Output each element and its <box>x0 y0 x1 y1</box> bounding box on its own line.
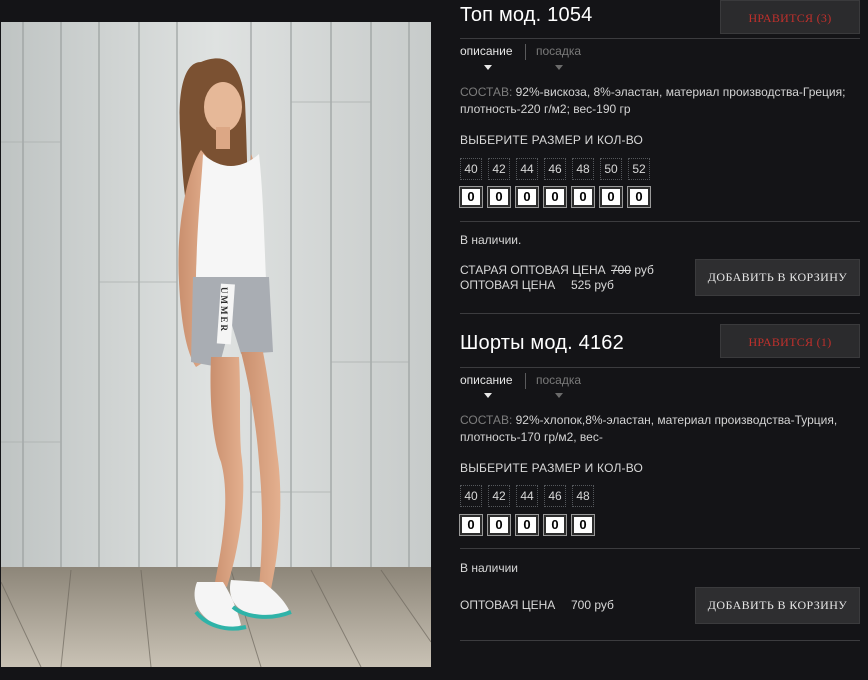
composition-label: СОСТАВ: <box>460 85 513 99</box>
size-list: 40 42 44 46 48 50 52 <box>460 158 656 180</box>
old-price-currency: руб <box>634 263 654 277</box>
price-row: ОПТОВАЯ ЦЕНА 700 руб <box>460 598 614 612</box>
price-value: 700 руб <box>571 598 614 612</box>
size-option[interactable]: 48 <box>572 485 594 507</box>
model-photo-illustration: UMMER <box>1 22 431 667</box>
quantity-input[interactable]: 0 <box>543 514 567 536</box>
size-heading: ВЫБЕРИТЕ РАЗМЕР И КОЛ-ВО <box>460 133 644 147</box>
divider <box>460 221 860 222</box>
composition-label: СОСТАВ: <box>460 413 513 427</box>
composition-value: 92%-вискоза, 8%-эластан, материал произв… <box>460 85 846 116</box>
price-label: ОПТОВАЯ ЦЕНА <box>460 278 556 292</box>
quantity-input[interactable]: 0 <box>571 186 595 208</box>
divider <box>460 548 860 549</box>
quantity-input[interactable]: 0 <box>543 186 567 208</box>
size-option[interactable]: 46 <box>544 485 566 507</box>
tab-fit[interactable]: посадка <box>536 373 581 387</box>
tab-separator <box>525 373 526 389</box>
quantity-input[interactable]: 0 <box>571 514 595 536</box>
size-option[interactable]: 46 <box>544 158 566 180</box>
size-option[interactable]: 52 <box>628 158 650 180</box>
size-option[interactable]: 42 <box>488 485 510 507</box>
composition-text: СОСТАВ: 92%-вискоза, 8%-эластан, материа… <box>460 84 860 118</box>
tab-separator <box>525 44 526 60</box>
stock-status: В наличии. <box>460 233 522 247</box>
composition-text: СОСТАВ: 92%-хлопок,8%-эластан, материал … <box>460 412 860 446</box>
like-button[interactable]: НРАВИТСЯ (3) <box>720 0 860 34</box>
caret-down-icon <box>555 393 563 398</box>
divider <box>460 367 860 368</box>
product-photo[interactable]: UMMER <box>1 22 431 667</box>
divider <box>460 640 860 641</box>
quantity-input[interactable]: 0 <box>627 186 651 208</box>
tab-description[interactable]: описание <box>460 373 513 387</box>
quantity-input[interactable]: 0 <box>487 186 511 208</box>
quantity-input[interactable]: 0 <box>515 514 539 536</box>
size-option[interactable]: 50 <box>600 158 622 180</box>
like-button[interactable]: НРАВИТСЯ (1) <box>720 324 860 358</box>
shorts-print: UMMER <box>219 287 229 333</box>
quantity-list: 0 0 0 0 0 <box>459 514 600 536</box>
quantity-input[interactable]: 0 <box>515 186 539 208</box>
size-option[interactable]: 40 <box>460 485 482 507</box>
tab-description[interactable]: описание <box>460 44 513 58</box>
caret-down-icon <box>484 393 492 398</box>
composition-value: 92%-хлопок,8%-эластан, материал производ… <box>460 413 838 444</box>
divider <box>460 38 860 39</box>
tab-fit[interactable]: посадка <box>536 44 581 58</box>
size-option[interactable]: 42 <box>488 158 510 180</box>
size-option[interactable]: 40 <box>460 158 482 180</box>
quantity-input[interactable]: 0 <box>487 514 511 536</box>
quantity-input[interactable]: 0 <box>459 514 483 536</box>
add-to-cart-button[interactable]: ДОБАВИТЬ В КОРЗИНУ <box>695 587 860 624</box>
size-heading: ВЫБЕРИТЕ РАЗМЕР И КОЛ-ВО <box>460 461 644 475</box>
quantity-list: 0 0 0 0 0 0 0 <box>459 186 656 208</box>
quantity-input[interactable]: 0 <box>459 186 483 208</box>
old-price-label: СТАРАЯ ОПТОВАЯ ЦЕНА <box>460 263 606 277</box>
stock-status: В наличии <box>460 561 519 575</box>
size-list: 40 42 44 46 48 <box>460 485 600 507</box>
quantity-input[interactable]: 0 <box>599 186 623 208</box>
price-row: ОПТОВАЯ ЦЕНА 525 руб <box>460 278 614 292</box>
old-price-row: СТАРАЯ ОПТОВАЯ ЦЕНА 700 руб <box>460 263 654 277</box>
size-option[interactable]: 48 <box>572 158 594 180</box>
caret-down-icon <box>555 65 563 70</box>
product-title: Топ мод. 1054 <box>460 4 593 26</box>
caret-down-icon <box>484 65 492 70</box>
size-option[interactable]: 44 <box>516 158 538 180</box>
size-option[interactable]: 44 <box>516 485 538 507</box>
product-title: Шорты мод. 4162 <box>460 332 624 354</box>
price-label: ОПТОВАЯ ЦЕНА <box>460 598 556 612</box>
add-to-cart-button[interactable]: ДОБАВИТЬ В КОРЗИНУ <box>695 259 860 296</box>
divider <box>460 313 860 314</box>
old-price-value: 700 <box>611 263 632 277</box>
price-value: 525 руб <box>571 278 614 292</box>
